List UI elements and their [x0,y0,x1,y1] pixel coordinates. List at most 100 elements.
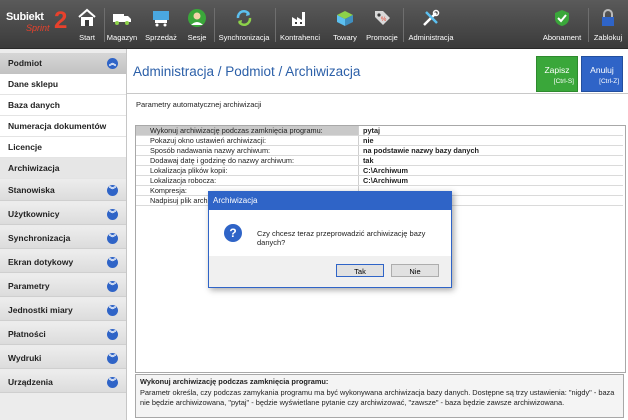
sidebar-group-parametry[interactable]: Parametry ︾ [0,276,126,297]
toolbar-synchronizacja-button[interactable]: Synchronizacja [217,0,271,48]
page-title: Administracja / Podmiot / Archiwizacja [133,64,361,79]
cancel-button[interactable]: Anuluj [Ctrl-Z] [581,56,623,92]
toolbar-administracja-button[interactable]: Administracja [406,0,456,48]
save-shortcut: [Ctrl-S] [553,78,574,85]
house-icon [78,8,96,26]
property-value[interactable]: tak [358,155,623,166]
top-toolbar: Subiekt Sprint 2 Start Magazyn Sprzedaż … [0,0,628,49]
chevron-down-icon[interactable]: ︾ [107,353,118,364]
property-value[interactable]: na podstawie nazwy bazy danych [358,145,623,156]
chevron-down-icon[interactable]: ︾ [107,377,118,388]
dialog-footer: Tak Nie [209,256,451,287]
chevron-down-icon[interactable]: ︾ [107,329,118,340]
toolbar-towary-label: Towary [333,33,357,42]
sidebar-group-stanowiska[interactable]: Stanowiska ︾ [0,180,126,201]
sidebar-group-label: Użytkownicy [8,209,60,219]
sidebar-header-label: Podmiot [8,58,42,68]
sidebar-group-uzytkownicy[interactable]: Użytkownicy ︾ [0,204,126,225]
toolbar-divider [275,8,276,42]
toolbar-start-button[interactable]: Start [74,0,100,48]
toolbar-abonament-label: Abonament [542,33,582,42]
chevron-down-icon[interactable]: ︾ [107,281,118,292]
toolbar-sprzedaz-button[interactable]: Sprzedaż [143,0,179,48]
table-row[interactable]: Lokalizacja plików kopii: C:\Archiwum [136,165,623,176]
lock-icon [602,9,614,26]
sidebar-group-wydruki[interactable]: Wydruki ︾ [0,348,126,369]
toolbar-divider [588,8,589,42]
sidebar-group-synchronizacja[interactable]: Synchronizacja ︾ [0,228,126,249]
property-value[interactable]: nie [358,135,623,146]
cancel-shortcut: [Ctrl-Z] [599,78,619,85]
property-key: Lokalizacja plików kopii: [136,165,359,176]
table-row[interactable]: Wykonuj archiwizację podczas zamknięcia … [136,126,623,136]
svg-text:%: % [381,17,387,23]
toolbar-kontrahenci-label: Kontrahenci [279,33,321,42]
dialog-message: Czy chcesz teraz przeprowadzić archiwiza… [257,229,426,247]
logo-sub-text: Sprint [26,23,50,33]
sidebar-group-urzadzenia[interactable]: Urządzenia ︾ [0,372,126,393]
sidebar: Podmiot ︽ Dane sklepu Baza danych Numera… [0,49,127,420]
table-row[interactable]: Lokalizacja robocza: C:\Archiwum [136,175,623,186]
user-icon [188,9,206,27]
toolbar-towary-button[interactable]: Towary [328,0,362,48]
toolbar-sprzedaz-label: Sprzedaż [145,33,177,42]
sidebar-group-jednostki-miary[interactable]: Jednostki miary ︾ [0,300,126,321]
dialog-title[interactable]: Archiwizacja [209,192,451,210]
toolbar-zablokuj-button[interactable]: Zablokuj [591,0,625,48]
cancel-button-label: Anuluj [590,65,614,75]
save-button-label: Zapisz [544,65,570,75]
sidebar-item-label: Licencje [8,142,43,152]
chevron-down-icon[interactable]: ︾ [107,185,118,196]
chevron-down-icon[interactable]: ︾ [107,257,118,268]
chevron-down-icon[interactable]: ︾ [107,233,118,244]
sidebar-group-label: Wydruki [8,353,42,363]
toolbar-promocje-label: Promocje [366,33,398,42]
toolbar-magazyn-button[interactable]: Magazyn [106,0,138,48]
tools-icon [423,9,440,26]
truck-icon [113,14,131,25]
chevron-up-icon[interactable]: ︽ [107,58,118,69]
no-button[interactable]: Nie [391,264,439,277]
logo-main-text: Subiekt [6,11,44,23]
table-row[interactable]: Sposób nadawania nazwy archiwum: na podst… [136,145,623,156]
sidebar-header-podmiot[interactable]: Podmiot ︽ [0,53,126,74]
toolbar-divider [104,8,105,42]
toolbar-sesje-button[interactable]: Sesje [184,0,210,48]
toolbar-divider [214,8,215,42]
description-text: Parametr określa, czy podczas zamykania … [140,388,615,407]
property-key: Lokalizacja robocza: [136,175,359,186]
chevron-down-icon[interactable]: ︾ [107,305,118,316]
description-title: Wykonuj archiwizację podczas zamknięcia … [140,377,329,386]
sidebar-item-label: Numeracja dokumentów [8,121,107,131]
property-key: Sposób nadawania nazwy archiwum: [136,145,359,156]
property-value[interactable]: pytaj [358,126,623,136]
chevron-down-icon[interactable]: ︾ [107,209,118,220]
question-icon: ? [224,224,242,242]
sidebar-group-label: Parametry [8,281,50,291]
save-button[interactable]: Zapisz [Ctrl-S] [536,56,578,92]
archive-dialog: Archiwizacja ? Czy chcesz teraz przeprow… [208,191,452,288]
toolbar-abonament-button[interactable]: Abonament [540,0,584,48]
sidebar-item-dane-sklepu[interactable]: Dane sklepu [0,74,126,95]
sidebar-group-platnosci[interactable]: Płatności ︾ [0,324,126,345]
sidebar-group-ekran-dotykowy[interactable]: Ekran dotykowy ︾ [0,252,126,273]
sidebar-item-archiwizacja[interactable]: Archiwizacja [0,158,126,179]
sidebar-item-label: Dane sklepu [8,79,59,89]
sidebar-group-label: Ekran dotykowy [8,257,74,267]
sidebar-item-licencje[interactable]: Licencje [0,137,126,158]
tag-icon: % [375,11,390,25]
toolbar-kontrahenci-button[interactable]: Kontrahenci [278,0,322,48]
table-row[interactable]: Pokazuj okno ustawień archiwizacji: nie [136,135,623,146]
sidebar-item-numeracja-dokumentow[interactable]: Numeracja dokumentów [0,116,126,137]
sidebar-item-baza-danych[interactable]: Baza danych [0,95,126,116]
toolbar-promocje-button[interactable]: % Promocje [364,0,400,48]
table-row[interactable]: Dodawaj datę i godzinę do nazwy archiwum… [136,155,623,166]
toolbar-divider [403,8,404,42]
toolbar-start-label: Start [79,33,95,42]
property-value[interactable]: C:\Archiwum [358,165,623,176]
property-value[interactable]: C:\Archiwum [358,175,623,186]
app-logo: Subiekt Sprint 2 [6,8,68,38]
sidebar-item-label: Archiwizacja [8,163,60,173]
toolbar-zablokuj-label: Zablokuj [593,33,623,42]
yes-button[interactable]: Tak [336,264,384,277]
